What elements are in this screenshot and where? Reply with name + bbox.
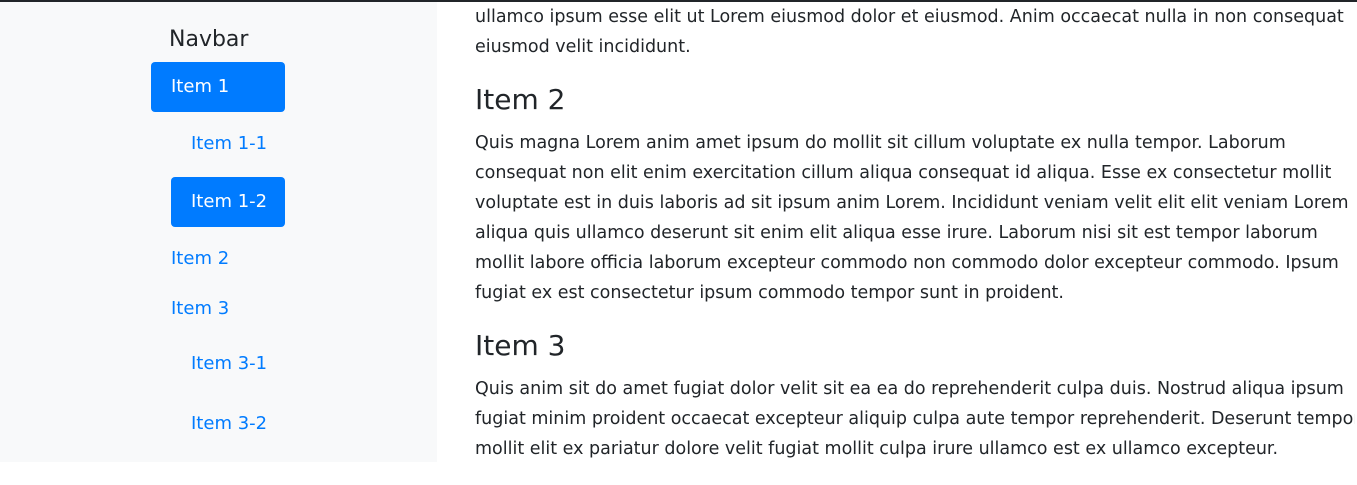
nav-item-3-1[interactable]: Item 3-1 bbox=[171, 339, 287, 389]
section-heading-item-2: Item 2 bbox=[475, 83, 566, 116]
paragraph-line: eiusmod velit incididunt. bbox=[475, 37, 691, 57]
nav-item-3-2[interactable]: Item 3-2 bbox=[171, 399, 287, 449]
navbar-brand[interactable]: Navbar bbox=[169, 25, 248, 55]
paragraph-line: ullamco ipsum esse elit ut Lorem eiusmod… bbox=[475, 7, 1344, 27]
sidebar-nav: Navbar Item 1 Item 1-1 Item 1-2 Item 2 I… bbox=[0, 2, 437, 462]
nav-item-1-2[interactable]: Item 1-2 bbox=[171, 177, 285, 227]
section-heading-item-3: Item 3 bbox=[475, 329, 566, 362]
paragraph-line: mollit labore officia laborum excepteur … bbox=[475, 253, 1339, 273]
paragraph-line: consequat non elit enim exercitation cil… bbox=[475, 163, 1332, 183]
intro-paragraph: ullamco ipsum esse elit ut Lorem eiusmod… bbox=[475, 2, 1355, 62]
scrollspy-content[interactable]: ullamco ipsum esse elit ut Lorem eiusmod… bbox=[475, 2, 1357, 462]
section-paragraph-item-2: Quis magna Lorem anim amet ipsum do moll… bbox=[475, 128, 1355, 308]
paragraph-line: fugiat ex est consectetur ipsum commodo … bbox=[475, 283, 1064, 303]
nav-item-1-1[interactable]: Item 1-1 bbox=[171, 119, 287, 169]
page: Navbar Item 1 Item 1-1 Item 1-2 Item 2 I… bbox=[0, 0, 1357, 485]
paragraph-line: mollit elit ex pariatur dolore velit fug… bbox=[475, 439, 1279, 459]
nav-item-1[interactable]: Item 1 bbox=[151, 62, 285, 112]
paragraph-line: Quis magna Lorem anim amet ipsum do moll… bbox=[475, 133, 1286, 153]
nav-item-3[interactable]: Item 3 bbox=[151, 284, 249, 334]
paragraph-line: voluptate est in duis laboris ad sit ips… bbox=[475, 193, 1349, 213]
section-paragraph-item-3: Quis anim sit do amet fugiat dolor velit… bbox=[475, 374, 1355, 462]
paragraph-line: aliqua quis ullamco deserunt sit enim el… bbox=[475, 223, 1318, 243]
nav-item-2[interactable]: Item 2 bbox=[151, 234, 249, 284]
paragraph-line: fugiat minim proident occaecat excepteur… bbox=[475, 409, 1355, 429]
paragraph-line: Quis anim sit do amet fugiat dolor velit… bbox=[475, 379, 1344, 399]
